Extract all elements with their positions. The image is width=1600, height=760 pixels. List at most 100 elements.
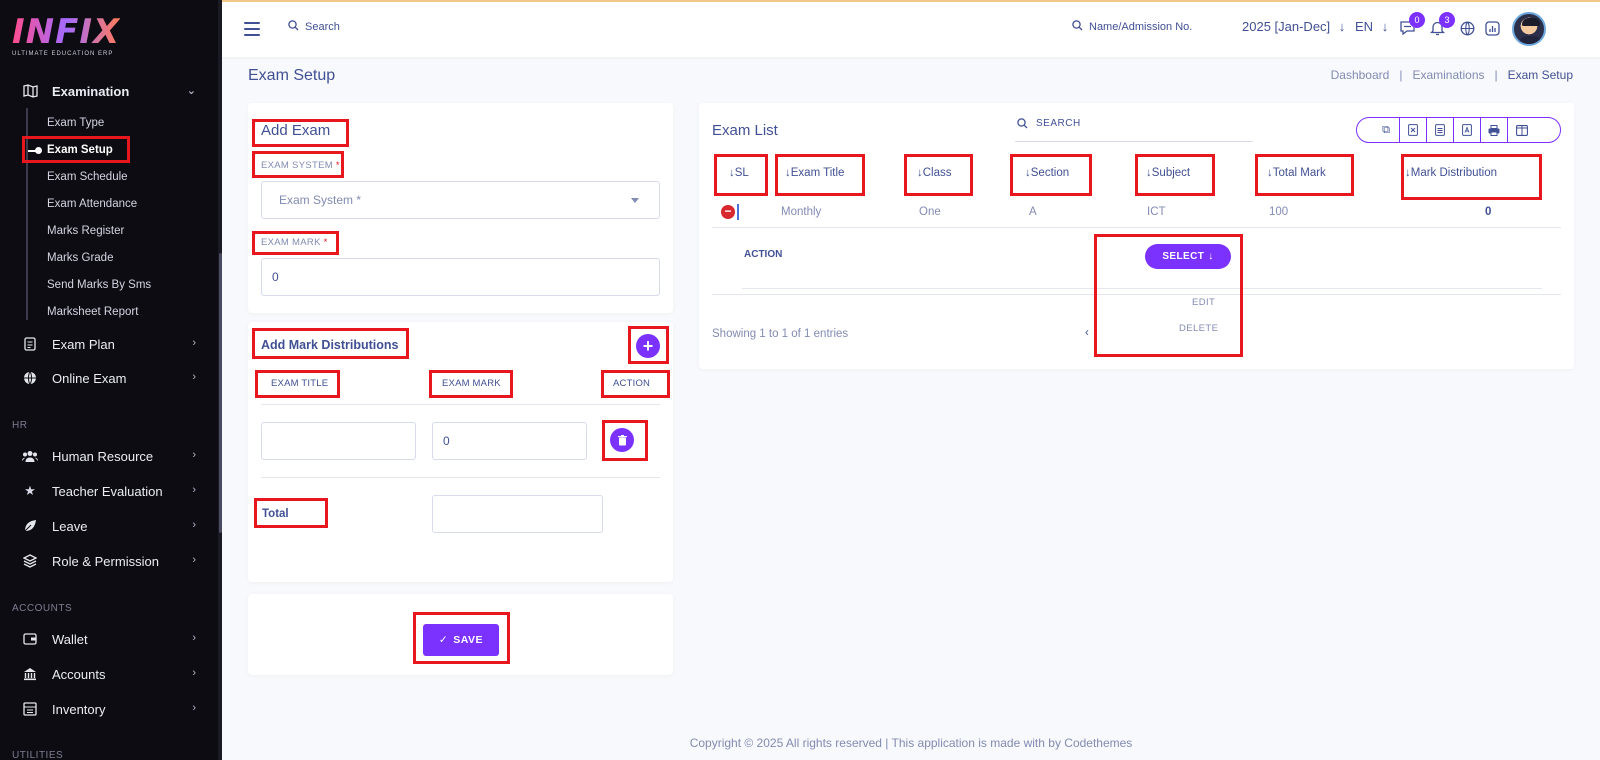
column-header-subject[interactable]: ↓Subject xyxy=(1146,167,1190,179)
layers-icon xyxy=(22,553,38,569)
top-header: Search Name/Admission No. 2025 [Jan-Dec]… xyxy=(222,2,1600,57)
sidebar-item-label: Role & Permission xyxy=(52,553,159,569)
exam-system-label: EXAM SYSTEM * xyxy=(261,160,340,171)
delete-row-button[interactable] xyxy=(610,428,634,452)
sidebar-subitem-marksheet-report[interactable]: Marksheet Report xyxy=(47,302,138,322)
bell-icon[interactable]: 3 xyxy=(1427,12,1455,38)
csv-icon[interactable] xyxy=(1427,118,1454,142)
sidebar-item-label: Inventory xyxy=(52,701,106,717)
columns-icon[interactable] xyxy=(1508,118,1535,142)
sidebar-item-teacher-evaluation[interactable]: ★ Teacher Evaluation › xyxy=(0,474,218,508)
column-header-total-mark[interactable]: ↓Total Mark xyxy=(1267,167,1326,179)
breadcrumb-examinations[interactable]: Examinations xyxy=(1412,68,1484,82)
search-icon xyxy=(1072,20,1083,34)
messages-icon[interactable]: 0 xyxy=(1397,12,1425,38)
excel-icon[interactable] xyxy=(1400,118,1427,142)
exam-list-search[interactable]: SEARCH xyxy=(1017,118,1081,129)
select-action-button[interactable]: SELECT ↓ xyxy=(1145,244,1231,269)
column-header-class[interactable]: ↓Class xyxy=(917,167,952,179)
total-input[interactable] xyxy=(432,495,603,533)
submenu-line xyxy=(26,108,28,320)
column-header-section[interactable]: ↓Section xyxy=(1025,167,1069,179)
sidebar-item-label: Human Resource xyxy=(52,448,154,464)
users-icon xyxy=(22,448,38,464)
breadcrumb-dashboard[interactable]: Dashboard xyxy=(1331,68,1390,82)
row-cursor xyxy=(737,204,739,220)
sidebar: INFIX ULTIMATE EDUCATION ERP Examination… xyxy=(0,0,222,760)
sidebar-subitem-send-marks-by-sms[interactable]: Send Marks By Sms xyxy=(47,275,151,295)
logo-subtitle: ULTIMATE EDUCATION ERP xyxy=(12,51,114,57)
mark-distributions-card: Add Mark Distributions + EXAM TITLE EXAM… xyxy=(248,322,673,582)
hamburger-menu-icon[interactable] xyxy=(244,22,260,36)
sidebar-item-label: Exam Plan xyxy=(52,336,115,352)
exam-list-title: Exam List xyxy=(712,122,778,139)
column-label: Subject xyxy=(1151,167,1191,179)
sidebar-item-inventory[interactable]: Inventory › xyxy=(0,692,218,726)
user-avatar[interactable] xyxy=(1512,12,1546,46)
sidebar-item-human-resource[interactable]: Human Resource › xyxy=(0,439,218,473)
sidebar-subitem-exam-type[interactable]: Exam Type xyxy=(47,113,104,133)
sidebar-item-label: Teacher Evaluation xyxy=(52,483,163,499)
search-underline xyxy=(1015,141,1253,142)
column-label: Total Mark xyxy=(1272,167,1326,179)
select-label: SELECT xyxy=(1162,251,1205,262)
row-collapse-icon[interactable]: − xyxy=(721,205,735,219)
menu-option-edit[interactable]: EDIT xyxy=(1192,297,1215,308)
chart-icon[interactable] xyxy=(1482,18,1502,38)
messages-badge: 0 xyxy=(1409,12,1425,28)
academic-year-select[interactable]: 2025 [Jan-Dec] ↓ xyxy=(1242,19,1345,34)
sidebar-item-online-exam[interactable]: Online Exam › xyxy=(0,361,218,395)
cell-class: One xyxy=(919,206,941,218)
chevron-right-icon: › xyxy=(192,554,196,566)
pdf-icon[interactable] xyxy=(1454,118,1481,142)
active-dot xyxy=(35,147,42,154)
sidebar-item-label: Online Exam xyxy=(52,370,127,386)
sidebar-item-exam-plan[interactable]: Exam Plan › xyxy=(0,327,218,361)
sidebar-subitem-marks-grade[interactable]: Marks Grade xyxy=(47,248,113,268)
exam-mark-label-text: EXAM MARK xyxy=(261,237,321,248)
name-admission-label: Name/Admission No. xyxy=(1089,21,1193,33)
column-header-sl[interactable]: ↓SL xyxy=(729,167,749,179)
column-header-exam-title[interactable]: ↓Exam Title xyxy=(785,167,844,179)
add-exam-title: Add Exam xyxy=(261,122,331,139)
breadcrumb-current: Exam Setup xyxy=(1507,68,1573,82)
copy-icon[interactable]: ⧉ xyxy=(1373,118,1400,142)
distribution-title-input[interactable] xyxy=(261,422,416,460)
column-header-mark-distribution[interactable]: ↓Mark Distribution xyxy=(1405,167,1497,179)
total-label: Total xyxy=(262,508,289,520)
print-icon[interactable] xyxy=(1481,118,1508,142)
exam-mark-input[interactable]: 0 xyxy=(261,258,660,296)
sidebar-item-wallet[interactable]: Wallet › xyxy=(0,622,218,656)
sidebar-item-role-permission[interactable]: Role & Permission › xyxy=(0,544,218,578)
exam-system-select[interactable]: Exam System * xyxy=(261,181,660,219)
sidebar-item-leave[interactable]: Leave › xyxy=(0,509,218,543)
plus-icon: + xyxy=(642,335,654,356)
name-admission-search[interactable]: Name/Admission No. xyxy=(1072,20,1192,34)
globe-icon[interactable] xyxy=(1457,18,1477,38)
save-button[interactable]: ✓ SAVE xyxy=(423,624,499,656)
sidebar-subitem-exam-schedule[interactable]: Exam Schedule xyxy=(47,167,128,187)
pagination-prev-icon[interactable]: ‹ xyxy=(1085,327,1089,339)
sidebar-item-examination[interactable]: Examination ⌄ xyxy=(0,74,218,108)
language-select[interactable]: EN ↓ xyxy=(1355,19,1388,34)
sidebar-subitem-marks-register[interactable]: Marks Register xyxy=(47,221,124,241)
header-search[interactable]: Search xyxy=(288,20,340,34)
sidebar-item-accounts[interactable]: Accounts › xyxy=(0,657,218,691)
cell-mark-distribution: 0 xyxy=(1485,206,1492,218)
action-label: ACTION xyxy=(744,249,783,260)
breadcrumb-separator: | xyxy=(1399,68,1403,82)
distribution-mark-input[interactable]: 0 xyxy=(432,422,587,460)
section-label-utilities: UTILITIES xyxy=(12,750,64,760)
chevron-right-icon: › xyxy=(192,484,196,496)
sidebar-subitem-exam-setup[interactable]: Exam Setup xyxy=(47,140,113,160)
add-distribution-button[interactable]: + xyxy=(636,334,660,358)
chevron-right-icon: › xyxy=(192,371,196,383)
chevron-down-icon: ⌄ xyxy=(186,85,196,97)
logo[interactable]: INFIX ULTIMATE EDUCATION ERP xyxy=(12,14,120,57)
menu-option-delete[interactable]: DELETE xyxy=(1179,323,1218,334)
sidebar-scrollbar[interactable] xyxy=(219,253,222,533)
showing-entries: Showing 1 to 1 of 1 entries xyxy=(712,328,849,340)
arrow-down-icon: ↓ xyxy=(1381,19,1389,34)
avatar-hair xyxy=(1522,18,1540,26)
sidebar-subitem-exam-attendance[interactable]: Exam Attendance xyxy=(47,194,137,214)
